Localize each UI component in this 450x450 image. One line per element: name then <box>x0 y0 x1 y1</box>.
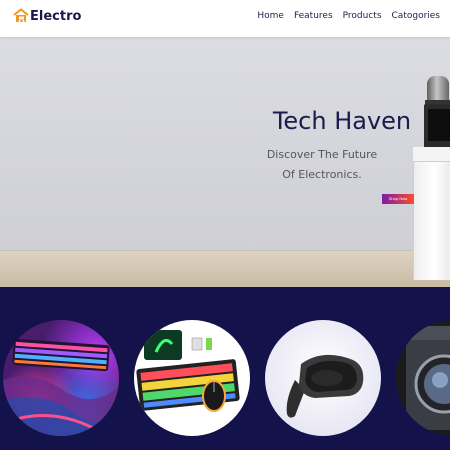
washing-machine-image <box>406 326 450 430</box>
product-keyboard[interactable] <box>3 320 119 436</box>
hero-title: Tech Haven <box>272 107 412 135</box>
hero-subtitle: Discover The Future Of Electronics. <box>266 148 378 181</box>
brand-name: Electro <box>30 8 82 24</box>
brand-logo[interactable]: Electro <box>13 8 81 24</box>
appliance-cabinet-image <box>413 147 450 280</box>
nav-home[interactable]: Home <box>257 11 284 21</box>
home-cart-icon <box>13 8 29 22</box>
main-nav: Home Features Products Catogories <box>257 11 440 21</box>
gaming-keyboard-mouse-image <box>136 330 240 412</box>
wood-floor <box>0 251 450 287</box>
nav-categories[interactable]: Catogories <box>392 11 440 21</box>
product-vr-headset[interactable] <box>265 320 381 436</box>
nav-products[interactable]: Products <box>343 11 382 21</box>
nav-features[interactable]: Features <box>294 11 333 21</box>
shop-now-button[interactable]: Shop Now <box>382 194 414 204</box>
keyboard-image <box>3 338 119 436</box>
kettle-image <box>427 76 449 102</box>
hero-banner: Tech Haven Discover The Future Of Electr… <box>0 37 450 287</box>
product-gaming-set[interactable] <box>134 320 250 436</box>
navbar: Electro Home Features Products Catogorie… <box>0 0 450 37</box>
product-carousel <box>0 287 450 450</box>
vr-headset-image <box>286 354 364 418</box>
product-washing-machine[interactable] <box>396 320 450 436</box>
appliance-panel <box>413 147 450 162</box>
